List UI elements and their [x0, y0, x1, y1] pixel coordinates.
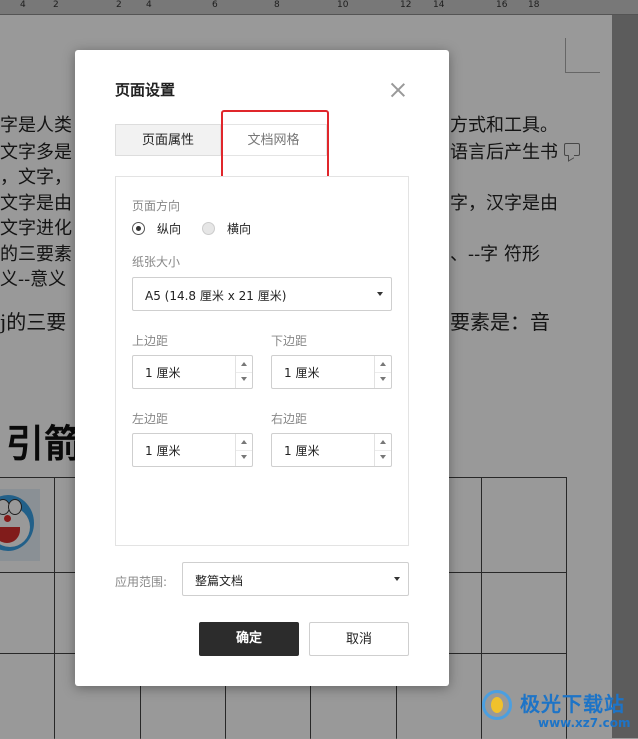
paper-size-label: 纸张大小 — [132, 255, 181, 269]
right-margin-label: 右边距 — [271, 412, 308, 426]
bottom-margin-label: 下边距 — [271, 334, 308, 348]
top-margin-label: 上边距 — [132, 334, 169, 348]
paper-size-value: A5 (14.8 厘米 x 21 厘米) — [145, 289, 287, 303]
decrement-arrow-icon[interactable] — [236, 450, 252, 466]
paper-size-select[interactable]: A5 (14.8 厘米 x 21 厘米) — [132, 277, 392, 311]
bottom-margin-stepper[interactable] — [271, 355, 392, 389]
settings-panel: 页面方向 纵向 横向 纸张大小 A5 (14.8 厘米 x 21 厘米) 上边距… — [115, 176, 409, 546]
cancel-button[interactable]: 取消 — [309, 622, 409, 656]
top-margin-input[interactable] — [145, 365, 225, 379]
left-margin-label: 左边距 — [132, 412, 169, 426]
increment-arrow-icon[interactable] — [375, 434, 391, 451]
watermark-name: 极光下载站 — [520, 692, 625, 716]
increment-arrow-icon[interactable] — [375, 356, 391, 373]
apply-to-label: 应用范围: — [115, 575, 168, 589]
landscape-radio[interactable] — [202, 222, 215, 235]
landscape-label[interactable]: 横向 — [227, 220, 251, 237]
right-margin-stepper[interactable] — [271, 433, 392, 467]
chevron-down-icon — [394, 577, 400, 581]
chevron-down-icon — [377, 292, 383, 296]
dialog-title: 页面设置 — [115, 81, 176, 99]
page-setup-dialog: 页面设置 页面属性 文档网格 页面方向 纵向 横向 纸张大小 A5 (14.8 … — [75, 50, 449, 686]
close-icon[interactable] — [390, 82, 406, 98]
tab-page-properties[interactable]: 页面属性 — [115, 124, 221, 156]
top-margin-stepper[interactable] — [132, 355, 253, 389]
bottom-margin-input[interactable] — [284, 365, 364, 379]
increment-arrow-icon[interactable] — [236, 356, 252, 373]
watermark-logo-icon — [482, 690, 512, 720]
ok-button[interactable]: 确定 — [199, 622, 299, 656]
left-margin-stepper[interactable] — [132, 433, 253, 467]
portrait-label[interactable]: 纵向 — [157, 220, 181, 237]
apply-to-value: 整篇文档 — [195, 574, 244, 588]
apply-to-select[interactable]: 整篇文档 — [182, 562, 409, 596]
increment-arrow-icon[interactable] — [236, 434, 252, 451]
decrement-arrow-icon[interactable] — [236, 372, 252, 388]
tab-document-grid[interactable]: 文档网格 — [221, 124, 327, 156]
watermark-url: www.xz7.com — [538, 716, 631, 730]
left-margin-input[interactable] — [145, 443, 225, 457]
right-margin-input[interactable] — [284, 443, 364, 457]
portrait-radio[interactable] — [132, 222, 145, 235]
decrement-arrow-icon[interactable] — [375, 372, 391, 388]
site-watermark: 极光下载站 www.xz7.com — [478, 684, 638, 738]
orientation-label: 页面方向 — [132, 199, 181, 213]
decrement-arrow-icon[interactable] — [375, 450, 391, 466]
